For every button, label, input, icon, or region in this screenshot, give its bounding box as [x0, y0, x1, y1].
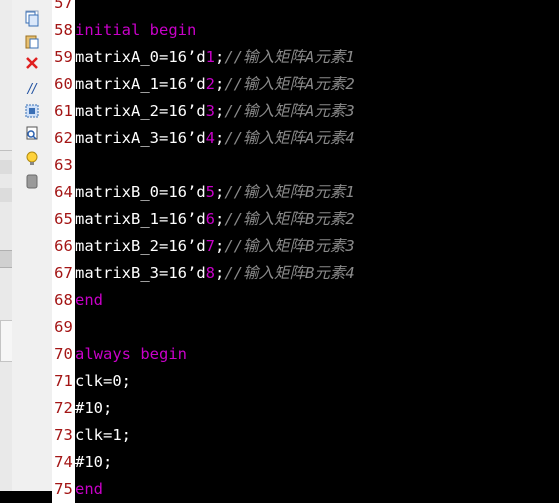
code-token: ;: [215, 102, 225, 120]
code-text: matrixB_3=16’d8;//输入矩阵B元素4: [75, 260, 355, 287]
code-line[interactable]: 63: [0, 152, 559, 179]
code-text: end: [75, 476, 103, 503]
code-line[interactable]: 67 matrixB_3=16’d8;//输入矩阵B元素4: [0, 260, 559, 287]
code-text: always begin: [75, 341, 187, 368]
code-token: #10;: [75, 453, 113, 471]
code-line[interactable]: 65 matrixB_1=16’d6;//输入矩阵B元素2: [0, 206, 559, 233]
line-number: 72: [52, 395, 75, 422]
line-number: 63: [52, 152, 75, 179]
line-number: 69: [52, 314, 75, 341]
code-token: matrixA_3=16’d: [75, 129, 206, 147]
code-token: matrixB_3=16’d: [75, 264, 206, 282]
code-line[interactable]: 71 clk=0;: [0, 368, 559, 395]
line-number: 66: [52, 233, 75, 260]
code-line[interactable]: 62 matrixA_3=16’d4;//输入矩阵A元素4: [0, 125, 559, 152]
code-token: matrixB_2=16’d: [75, 237, 206, 255]
code-line[interactable]: 73 clk=1;: [0, 422, 559, 449]
line-number: 71: [52, 368, 75, 395]
code-token: matrixB_1=16’d: [75, 210, 206, 228]
code-line[interactable]: 66 matrixB_2=16’d7;//输入矩阵B元素3: [0, 233, 559, 260]
code-comment: //输入矩阵A元素3: [224, 102, 355, 120]
code-comment: //输入矩阵A元素1: [224, 48, 355, 66]
code-number: 5: [205, 183, 215, 201]
code-keyword: initial begin: [75, 21, 197, 39]
line-number: 73: [52, 422, 75, 449]
code-number: 2: [205, 75, 215, 93]
code-text: matrixA_2=16’d3;//输入矩阵A元素3: [75, 98, 355, 125]
line-number: 75: [52, 476, 75, 503]
code-number: 4: [205, 129, 215, 147]
code-text: matrixB_2=16’d7;//输入矩阵B元素3: [75, 233, 355, 260]
line-number: 62: [52, 125, 75, 152]
code-text: end: [75, 287, 103, 314]
code-keyword: always begin: [75, 345, 187, 363]
line-number: 65: [52, 206, 75, 233]
code-line[interactable]: 70 always begin: [0, 341, 559, 368]
line-number: 57: [52, 0, 75, 17]
code-text: #10;: [75, 449, 112, 476]
line-number: 59: [52, 44, 75, 71]
code-token: ;: [215, 264, 225, 282]
code-line[interactable]: 72 #10;: [0, 395, 559, 422]
line-number: 60: [52, 71, 75, 98]
code-token: ;: [215, 129, 225, 147]
code-number: 7: [205, 237, 215, 255]
code-token: ;: [215, 183, 225, 201]
code-line[interactable]: 75 end: [0, 476, 559, 503]
code-comment: //输入矩阵B元素2: [224, 210, 355, 228]
code-comment: //输入矩阵A元素2: [224, 75, 355, 93]
code-line[interactable]: 60 matrixA_1=16’d2;//输入矩阵A元素2: [0, 71, 559, 98]
code-text: matrixA_0=16’d1;//输入矩阵A元素1: [75, 44, 355, 71]
code-token: #10;: [75, 399, 113, 417]
code-line[interactable]: 57: [0, 0, 559, 17]
line-number: 64: [52, 179, 75, 206]
code-line[interactable]: 61 matrixA_2=16’d3;//输入矩阵A元素3: [0, 98, 559, 125]
code-text: matrixA_3=16’d4;//输入矩阵A元素4: [75, 125, 355, 152]
code-text: clk=1;: [75, 422, 131, 449]
code-text: clk=0;: [75, 368, 131, 395]
code-number: 1: [205, 48, 215, 66]
line-number: 58: [52, 17, 75, 44]
code-number: 3: [205, 102, 215, 120]
code-line[interactable]: 69: [0, 314, 559, 341]
line-number: 61: [52, 98, 75, 125]
code-comment: //输入矩阵B元素3: [224, 237, 355, 255]
line-number: 68: [52, 287, 75, 314]
code-comment: //输入矩阵A元素4: [224, 129, 355, 147]
line-number: 67: [52, 260, 75, 287]
code-number: 6: [205, 210, 215, 228]
code-number: 8: [205, 264, 215, 282]
code-keyword: end: [75, 291, 103, 309]
code-token: ;: [215, 75, 225, 93]
code-token: ;: [215, 210, 225, 228]
code-line[interactable]: 59 matrixA_0=16’d1;//输入矩阵A元素1: [0, 44, 559, 71]
code-line[interactable]: 58 initial begin: [0, 17, 559, 44]
code-token: matrixA_2=16’d: [75, 102, 206, 120]
code-token: matrixB_0=16’d: [75, 183, 206, 201]
code-text: matrixA_1=16’d2;//输入矩阵A元素2: [75, 71, 355, 98]
code-token: clk=0;: [75, 372, 131, 390]
code-line[interactable]: 64 matrixB_0=16’d5;//输入矩阵B元素1: [0, 179, 559, 206]
line-number: 70: [52, 341, 75, 368]
code-keyword: end: [75, 480, 103, 498]
code-text: #10;: [75, 395, 112, 422]
line-number: 74: [52, 449, 75, 476]
code-token: clk=1;: [75, 426, 131, 444]
code-comment: //输入矩阵B元素4: [224, 264, 355, 282]
code-comment: //输入矩阵B元素1: [224, 183, 355, 201]
code-token: ;: [215, 48, 225, 66]
code-token: matrixA_1=16’d: [75, 75, 206, 93]
code-line[interactable]: 74 #10;: [0, 449, 559, 476]
code-line[interactable]: 68 end: [0, 287, 559, 314]
code-token: matrixA_0=16’d: [75, 48, 206, 66]
code-token: ;: [215, 237, 225, 255]
code-text: initial begin: [75, 17, 196, 44]
code-text: matrixB_1=16’d6;//输入矩阵B元素2: [75, 206, 355, 233]
code-text: matrixB_0=16’d5;//输入矩阵B元素1: [75, 179, 355, 206]
